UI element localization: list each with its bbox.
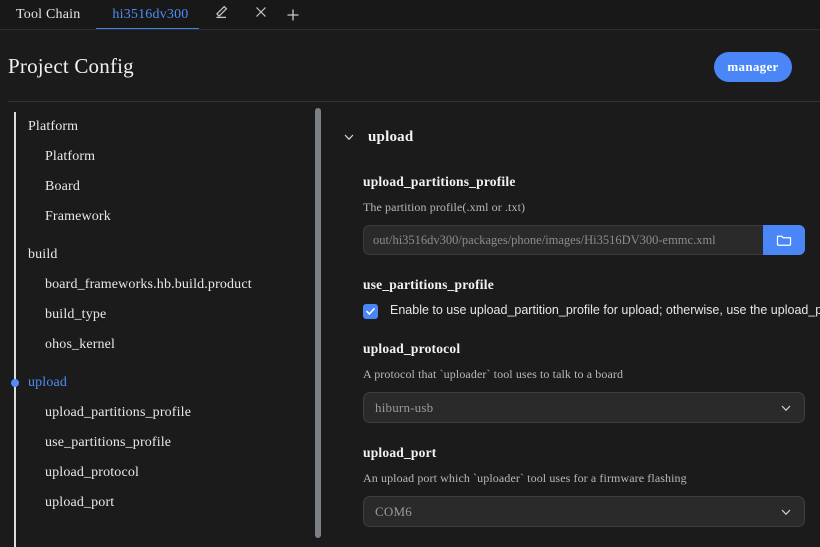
sidebar-item-upload-partitions-profile[interactable]: upload_partitions_profile bbox=[0, 398, 310, 428]
field-label: use_partitions_profile bbox=[363, 277, 494, 292]
select-value: hiburn-usb bbox=[375, 399, 434, 415]
field-label: upload_protocol bbox=[363, 341, 461, 356]
tab-tool-chain[interactable]: Tool Chain bbox=[0, 0, 96, 30]
checkbox-label: Enable to use upload_partition_profile f… bbox=[390, 303, 820, 317]
sidebar-item-board-frameworks-hb-build-product[interactable]: board_frameworks.hb.build.product bbox=[0, 270, 310, 300]
select-value: COM6 bbox=[375, 503, 412, 519]
field-label: upload_partitions_profile bbox=[363, 174, 516, 189]
sidebar-item-label: upload_partitions_profile bbox=[45, 405, 192, 420]
use-partitions-profile-checkbox-row[interactable]: Enable to use upload_partition_profile f… bbox=[363, 303, 820, 319]
upload-protocol-select[interactable]: hiburn-usb bbox=[363, 392, 805, 423]
field-use-partitions-profile: use_partitions_profile Enable to use upl… bbox=[363, 277, 820, 319]
upload-partitions-profile-input[interactable] bbox=[363, 225, 763, 255]
use-partitions-profile-checkbox[interactable] bbox=[363, 304, 378, 319]
chevron-down-icon bbox=[338, 126, 360, 148]
tree-list: Platform Platform Board Framework build board… bbox=[0, 112, 310, 518]
sidebar-item-label: build_type bbox=[45, 307, 107, 322]
config-detail-panel: upload upload_partitions_profile The par… bbox=[330, 102, 820, 547]
tab-label: Tool Chain bbox=[16, 7, 81, 22]
close-icon[interactable] bbox=[249, 0, 273, 24]
sidebar-item-label: build bbox=[28, 247, 58, 262]
section-title: upload bbox=[368, 128, 414, 145]
page-title: Project Config bbox=[8, 54, 134, 78]
sidebar-item-label: use_partitions_profile bbox=[45, 435, 172, 450]
sidebar-item-upload-port[interactable]: upload_port bbox=[0, 488, 310, 518]
sidebar-item-label: board_frameworks.hb.build.product bbox=[45, 277, 252, 292]
sidebar-item-use-partitions-profile[interactable]: use_partitions_profile bbox=[0, 428, 310, 458]
sidebar-item-label: Board bbox=[45, 179, 80, 194]
field-upload-partitions-profile: upload_partitions_profile The partition … bbox=[363, 174, 820, 255]
sidebar-item-board[interactable]: Board bbox=[0, 172, 310, 202]
path-input-row bbox=[363, 225, 805, 255]
app-window: Tool Chain hi3516dv300 Project Config ma… bbox=[0, 0, 820, 547]
sidebar-item-upload[interactable]: upload bbox=[0, 368, 310, 398]
sidebar-item-build[interactable]: build bbox=[0, 240, 310, 270]
chevron-down-icon bbox=[778, 400, 794, 416]
field-upload-protocol: upload_protocol A protocol that `uploade… bbox=[363, 341, 820, 423]
body-area: Platform Platform Board Framework build board… bbox=[0, 102, 820, 547]
sidebar-item-label: Platform bbox=[45, 149, 96, 164]
manager-button[interactable]: manager bbox=[714, 52, 792, 82]
plus-icon[interactable] bbox=[281, 3, 305, 27]
sidebar-scrollbar[interactable] bbox=[315, 108, 321, 538]
field-upload-port: upload_port An upload port which `upload… bbox=[363, 445, 820, 527]
tab-label: hi3516dv300 bbox=[112, 7, 189, 22]
tab-hi3516dv300[interactable]: hi3516dv300 bbox=[96, 0, 199, 30]
sidebar-item-label: Platform bbox=[28, 119, 79, 134]
pencil-icon[interactable] bbox=[209, 0, 233, 24]
page-header: Project Config manager bbox=[0, 30, 820, 102]
section-header-upload[interactable]: upload bbox=[338, 122, 820, 152]
sidebar-item-platform[interactable]: Platform bbox=[0, 112, 310, 142]
upload-port-select[interactable]: COM6 bbox=[363, 496, 805, 527]
sidebar-item-framework[interactable]: Framework bbox=[0, 202, 310, 232]
check-icon bbox=[366, 308, 375, 315]
sidebar-item-label: upload_port bbox=[45, 495, 115, 510]
field-description: The partition profile(.xml or .txt) bbox=[363, 200, 526, 214]
sidebar-item-platform[interactable]: Platform bbox=[0, 142, 310, 172]
chevron-down-icon bbox=[778, 504, 794, 520]
sidebar-item-build-type[interactable]: build_type bbox=[0, 300, 310, 330]
sidebar-item-ohos-kernel[interactable]: ohos_kernel bbox=[0, 330, 310, 360]
sidebar-item-label: upload bbox=[28, 375, 68, 390]
field-description: A protocol that `uploader` tool uses to … bbox=[363, 367, 624, 381]
tab-bar: Tool Chain hi3516dv300 bbox=[0, 0, 820, 30]
field-label: upload_port bbox=[363, 445, 437, 460]
sidebar-item-label: Framework bbox=[45, 209, 111, 224]
sidebar-item-label: upload_protocol bbox=[45, 465, 140, 480]
folder-icon[interactable] bbox=[763, 225, 805, 255]
config-tree-sidebar: Platform Platform Board Framework build board… bbox=[0, 102, 330, 547]
field-description: An upload port which `uploader` tool use… bbox=[363, 471, 687, 485]
sidebar-item-upload-protocol[interactable]: upload_protocol bbox=[0, 458, 310, 488]
selected-dot-icon bbox=[11, 379, 19, 387]
sidebar-item-label: ohos_kernel bbox=[45, 337, 116, 352]
